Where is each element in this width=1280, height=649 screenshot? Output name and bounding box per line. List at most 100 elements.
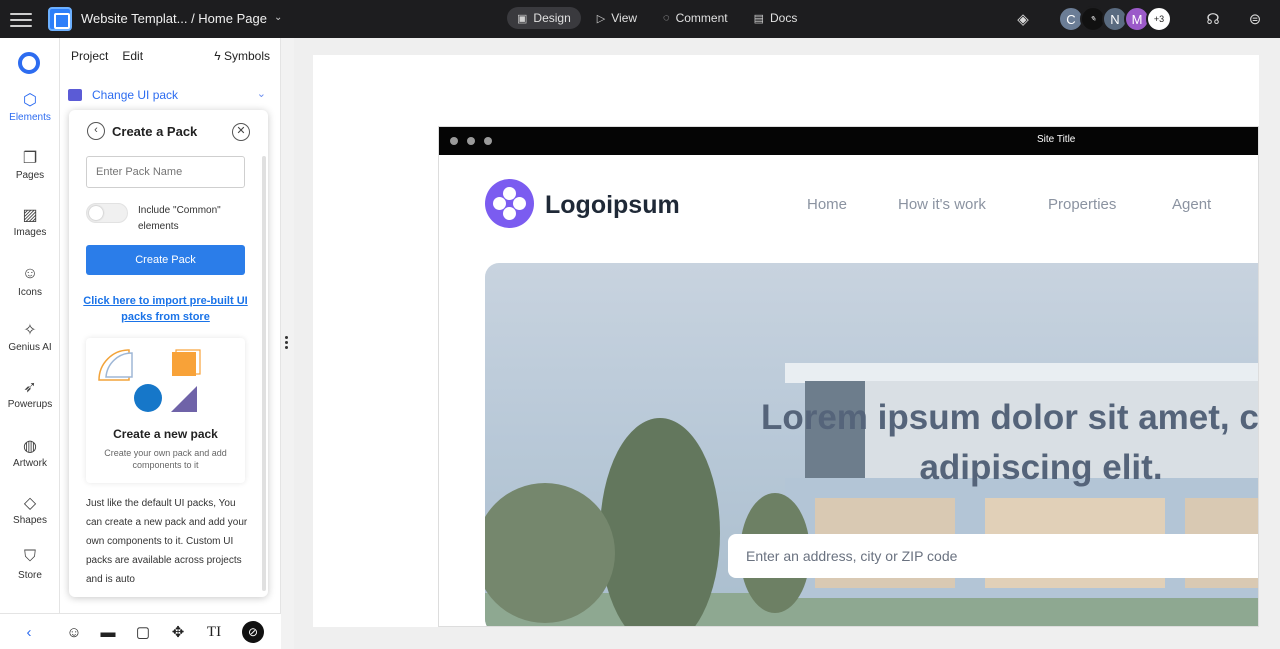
tab-design-label: Design [533, 11, 571, 25]
tab-view-label: View [611, 11, 638, 25]
tab-design[interactable]: ▣ Design [507, 7, 581, 29]
rail-item-powerups[interactable]: ➶ Powerups [0, 377, 60, 410]
rail-item-label: Images [13, 227, 47, 238]
card-subtitle: Create your own pack and add components … [104, 448, 227, 470]
logo-mark-icon [485, 179, 534, 228]
project-title[interactable]: Website Templat... / Home Page [81, 11, 267, 26]
rail-item-artwork[interactable]: ◍ Artwork [0, 436, 60, 469]
rail-item-label: Store [18, 570, 42, 581]
rail-item-label: Shapes [13, 515, 47, 526]
diamond-icon: ◇ [23, 495, 37, 512]
hero-headline-line: Lorem ipsum dolor sit amet, cons [760, 398, 1259, 437]
bolt-icon: ϟ [214, 49, 221, 63]
smiley-icon: ☺ [21, 265, 39, 282]
hero-headline: Lorem ipsum dolor sit amet, cons adipisc… [681, 393, 1259, 493]
app-logo-icon[interactable] [48, 7, 72, 31]
chevron-down-icon: ⌄ [256, 88, 266, 100]
panel-tabs: Project Edit [71, 49, 143, 63]
rail-item-shapes[interactable]: ◇ Shapes [0, 493, 60, 526]
search-zoom-icon[interactable]: ⊜ [1245, 9, 1265, 29]
text-icon[interactable]: TI [203, 621, 225, 643]
address-search-input[interactable]: Enter an address, city or ZIP code [728, 534, 1258, 578]
panel-resize-handle[interactable] [285, 336, 289, 350]
layout-icon: ▣ [517, 12, 528, 25]
hamburger-menu-icon[interactable] [10, 9, 32, 29]
bag-icon: ⛉ [23, 548, 36, 565]
symbols-button[interactable]: ϟ Symbols [214, 49, 270, 63]
rail-item-label: Elements [9, 112, 51, 123]
tab-view[interactable]: ▷ View [587, 7, 647, 29]
hero-headline-line: adipiscing elit. [919, 448, 1163, 487]
rectangle-icon[interactable]: ▢ [132, 621, 154, 643]
left-rail: ⬡ Elements ❐ Pages ▨ Images ☺ Icons ✧ Ge… [0, 38, 60, 649]
rail-item-label: Icons [18, 287, 42, 298]
site-frame[interactable]: Site Title Logoipsum Home How it's work … [438, 126, 1259, 627]
symbols-label: Symbols [223, 49, 270, 63]
sparkle-icon: ✧ [23, 322, 37, 339]
tab-docs-label: Docs [770, 11, 798, 25]
chevron-down-icon[interactable]: ⌄ [274, 12, 282, 23]
emoji-icon[interactable]: ☺ [63, 621, 85, 643]
back-icon[interactable]: ‹ [87, 122, 105, 140]
nav-link-agent[interactable]: Agent [1172, 196, 1211, 213]
headphones-icon[interactable]: ☊ [1203, 9, 1223, 29]
top-bar: Website Templat... / Home Page ⌄ ▣ Desig… [0, 0, 1280, 38]
cube-icon: ⬡ [23, 92, 37, 109]
card-title: Create a new pack [113, 427, 218, 441]
change-ui-pack-dropdown[interactable]: Change UI pack ⌄ [68, 82, 272, 108]
tab-comment-label: Comment [675, 11, 728, 25]
rail-item-images[interactable]: ▨ Images [0, 205, 60, 238]
import-store-link[interactable]: Click here to import pre-built UI packs … [83, 293, 248, 325]
nav-link-home[interactable]: Home [807, 196, 847, 213]
rail-item-label: Artwork [13, 458, 47, 469]
plugin-icon[interactable]: ⊘ [242, 621, 264, 643]
include-common-toggle[interactable] [86, 203, 128, 223]
popup-description: Just like the default UI packs, You can … [86, 498, 248, 585]
pages-icon: ❐ [22, 150, 38, 167]
ui-pack-icon [68, 89, 82, 101]
rail-item-label: Powerups [7, 399, 53, 410]
mode-tabs: ▣ Design ▷ View ◌ Comment ▤ Docs [507, 7, 807, 29]
layers-icon[interactable]: ◈ [1013, 9, 1033, 29]
bottom-toolbar: ‹ ☺ ▬ ▢ ✥ TI ⊘ [0, 613, 281, 649]
play-icon: ▷ [596, 12, 606, 25]
line-icon[interactable]: ▬ [97, 621, 119, 643]
ui-pack-label: Change UI pack [92, 88, 179, 102]
rail-item-icons[interactable]: ☺ Icons [0, 265, 60, 298]
rail-item-genius-ai[interactable]: ✧ Genius AI [0, 320, 60, 353]
image-icon: ▨ [22, 207, 38, 224]
site-title: Site Title [1037, 134, 1076, 145]
rail-item-label: Pages [15, 170, 45, 181]
new-pack-card[interactable]: Create a new pack Create your own pack a… [86, 338, 245, 483]
tab-project[interactable]: Project [71, 49, 108, 63]
popup-scrollbar[interactable] [262, 156, 266, 591]
browser-bar: Site Title [439, 127, 1258, 155]
artboard[interactable]: Site Title Logoipsum Home How it's work … [313, 55, 1259, 627]
nav-link-properties[interactable]: Properties [1048, 196, 1116, 213]
doc-icon: ▤ [753, 12, 764, 25]
tab-comment[interactable]: ◌ Comment [653, 7, 738, 29]
component-icon[interactable]: ✥ [167, 621, 189, 643]
popup-title: Create a Pack [112, 124, 198, 139]
rail-item-label: Genius AI [8, 342, 52, 353]
toggle-label: Include "Common" elements [138, 205, 221, 232]
globe-icon: ◍ [23, 438, 37, 455]
pack-name-input[interactable] [86, 156, 245, 188]
close-icon[interactable]: ✕ [232, 123, 250, 141]
tab-edit[interactable]: Edit [122, 49, 143, 63]
shapes-illustration-icon [98, 349, 201, 412]
rail-item-store[interactable]: ⛉ Store [0, 548, 60, 581]
tab-docs[interactable]: ▤ Docs [744, 7, 808, 29]
collapse-chevron-icon[interactable]: ‹ [18, 621, 40, 643]
window-dot-icon [484, 137, 492, 145]
rail-item-pages[interactable]: ❐ Pages [0, 148, 60, 181]
nav-link-how-it-works[interactable]: How it's work [898, 196, 986, 213]
window-dot-icon [467, 137, 475, 145]
more-avatars-badge[interactable]: +3 [1146, 6, 1172, 32]
hero-section: Lorem ipsum dolor sit amet, cons adipisc… [485, 263, 1259, 626]
brand-logo-icon[interactable] [18, 52, 40, 74]
comment-icon: ◌ [663, 12, 670, 24]
create-pack-button[interactable]: Create Pack [86, 245, 245, 275]
rail-item-elements[interactable]: ⬡ Elements [0, 90, 60, 123]
logo-text: Logoipsum [545, 191, 680, 219]
